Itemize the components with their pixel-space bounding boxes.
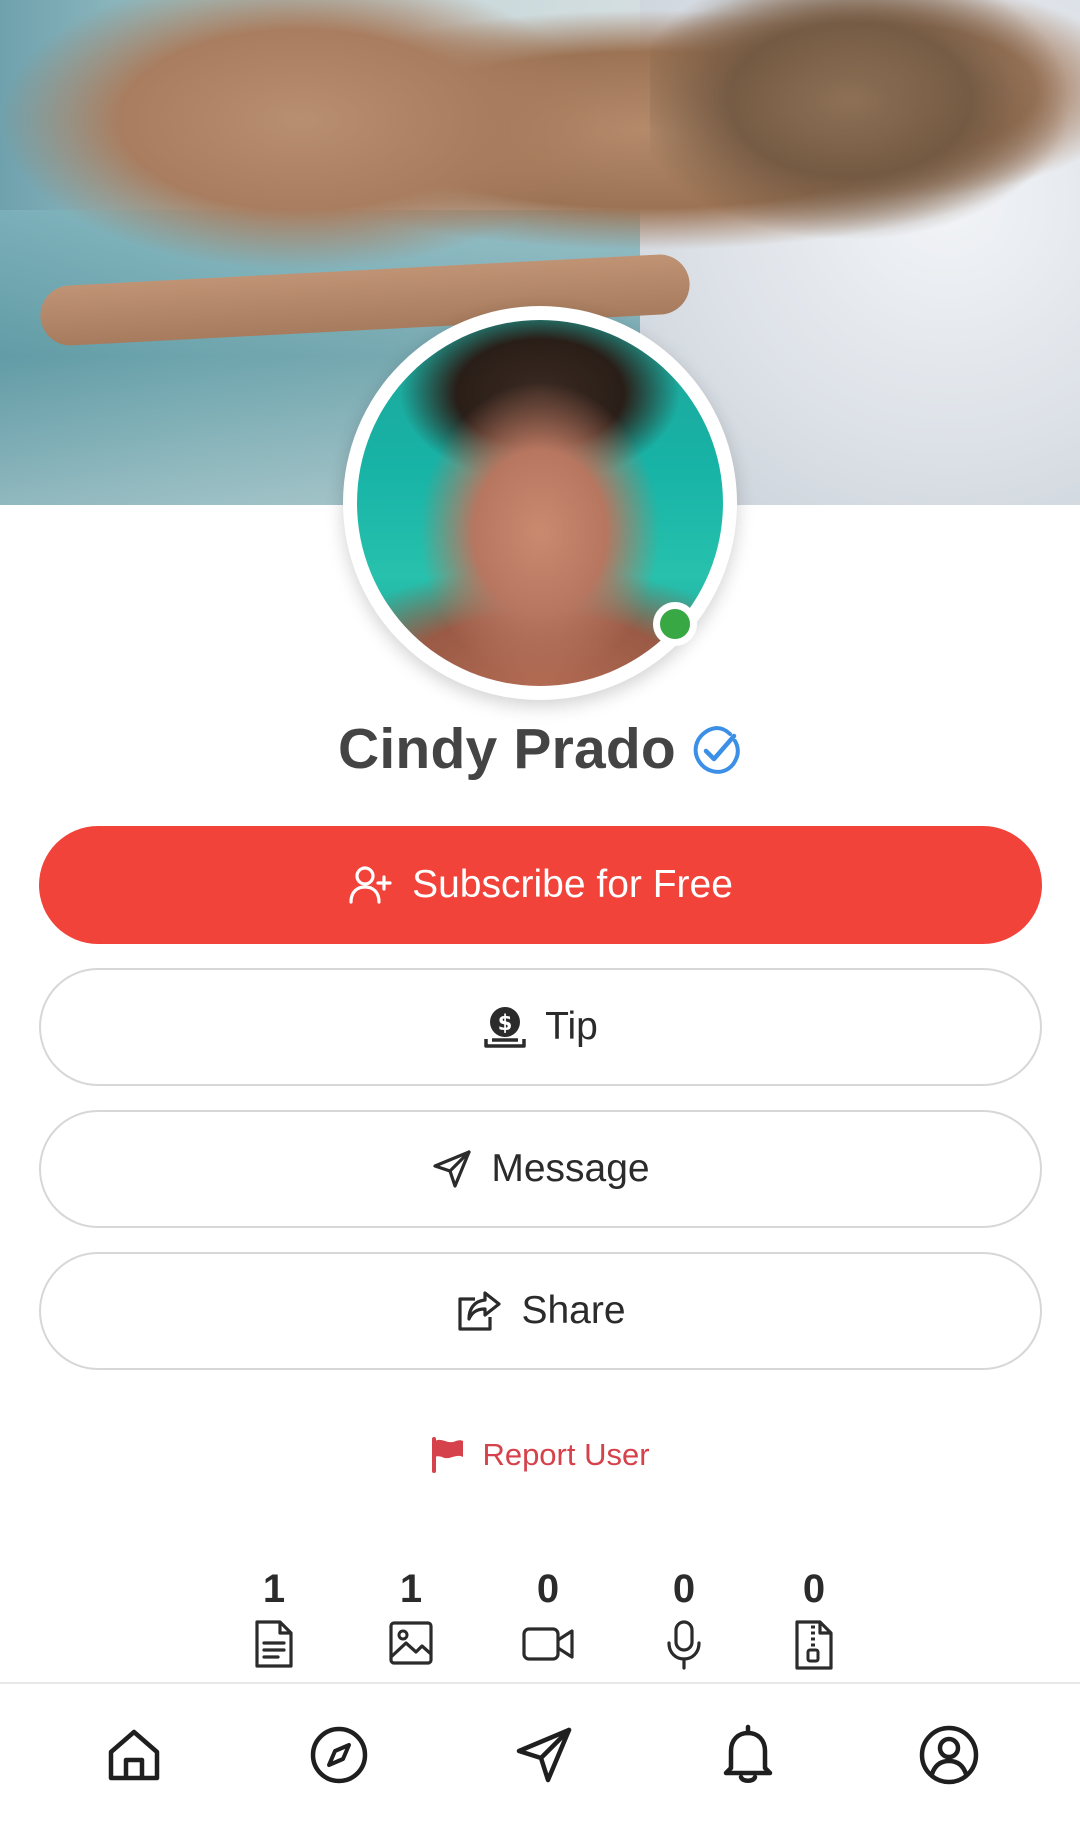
subscribe-button[interactable]: Subscribe for Free: [39, 826, 1042, 944]
verified-badge-icon: [693, 726, 740, 774]
report-user-label: Report User: [482, 1437, 650, 1472]
nav-notifications[interactable]: [713, 1720, 783, 1790]
user-circle-icon: [919, 1725, 979, 1785]
money-bag-icon: $: [484, 1007, 526, 1048]
flag-icon: [432, 1437, 464, 1473]
stat-posts[interactable]: 1: [214, 1565, 334, 1669]
stat-audio-count: 0: [672, 1567, 696, 1611]
subscribe-label: Subscribe for Free: [412, 863, 733, 906]
profile-header: Cindy Prado: [0, 714, 1080, 784]
stat-files[interactable]: 0: [754, 1565, 874, 1671]
share-button[interactable]: Share: [39, 1252, 1042, 1370]
stat-images-count: 1: [399, 1567, 423, 1611]
nav-messages[interactable]: [509, 1720, 579, 1790]
home-icon: [108, 1729, 160, 1781]
stat-videos-count: 0: [536, 1567, 560, 1611]
share-label: Share: [521, 1289, 626, 1332]
nav-profile[interactable]: [914, 1720, 984, 1790]
stat-videos[interactable]: 0: [488, 1565, 608, 1667]
content-stats: 1 1 0 0 0: [0, 1565, 1080, 1675]
share-icon: [458, 1291, 502, 1331]
stat-audio[interactable]: 0: [624, 1565, 744, 1671]
stat-files-count: 0: [802, 1567, 826, 1611]
stat-posts-count: 1: [262, 1567, 286, 1611]
online-status-indicator: [653, 602, 697, 646]
nav-home[interactable]: [99, 1720, 169, 1790]
profile-page: Cindy Prado Subscribe for Free $ Tip Mes…: [0, 0, 1080, 1828]
add-user-icon: [349, 866, 392, 904]
stat-images[interactable]: 1: [351, 1565, 471, 1667]
compass-icon: [310, 1726, 368, 1784]
profile-name: Cindy Prado: [338, 717, 676, 781]
tip-button[interactable]: $ Tip: [39, 968, 1042, 1086]
zip-file-icon: [795, 1620, 833, 1670]
svg-text:$: $: [498, 1011, 513, 1035]
tip-label: Tip: [545, 1005, 598, 1048]
avatar[interactable]: [343, 306, 737, 700]
message-button[interactable]: Message: [39, 1110, 1042, 1228]
send-icon: [516, 1727, 572, 1783]
message-label: Message: [491, 1147, 650, 1190]
video-icon: [522, 1627, 574, 1661]
document-icon: [255, 1620, 293, 1668]
nav-explore[interactable]: [304, 1720, 374, 1790]
microphone-icon: [667, 1620, 701, 1670]
bottom-navigation: [0, 1682, 1080, 1828]
bell-icon: [723, 1724, 773, 1783]
report-user-link[interactable]: Report User: [0, 1430, 1080, 1480]
image-icon: [389, 1621, 433, 1665]
send-icon: [433, 1150, 471, 1188]
